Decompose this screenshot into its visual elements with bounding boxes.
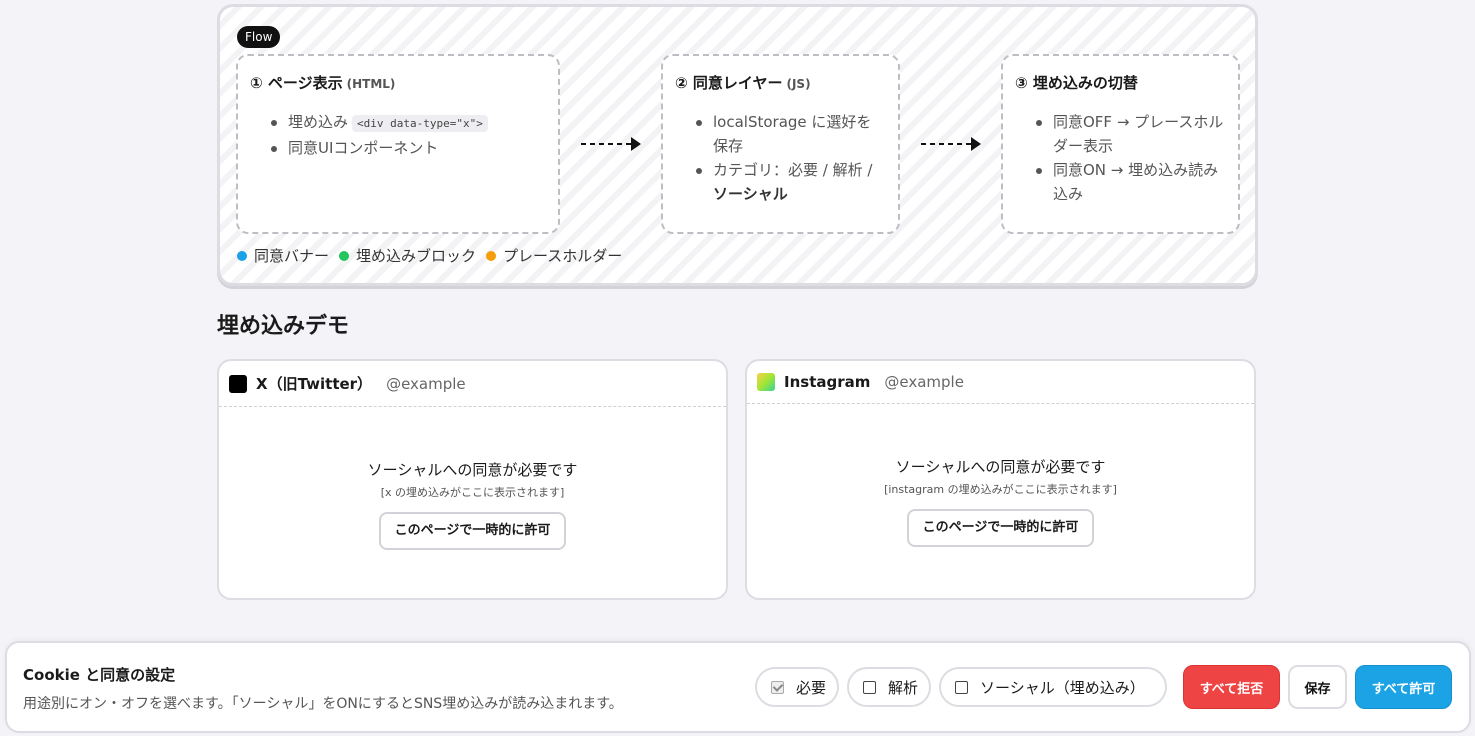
flow-step-consent-layer: ② 同意レイヤー (JS) localStorage に選好を保存 カテゴリ：必要…: [661, 54, 900, 234]
flow-tag: Flow: [237, 26, 281, 48]
analytics-checkbox[interactable]: [863, 680, 876, 694]
step-title: ③ 埋め込みの切替: [1015, 74, 1138, 92]
card-handle: @example: [884, 373, 964, 391]
arrow-icon: [581, 137, 641, 151]
embed-placeholder: ソーシャルへの同意が必要です [x の埋め込みがここに表示されます] このページ…: [219, 459, 726, 550]
consent-message: ソーシャルへの同意が必要です: [367, 461, 578, 479]
option-social[interactable]: ソーシャル（埋め込み）: [939, 667, 1167, 707]
list-item: 同意ON → 埋め込み読み込み: [1036, 158, 1226, 206]
consent-message: ソーシャルへの同意が必要です: [895, 458, 1106, 476]
placeholder-hint: [instagram の埋め込みがここに表示されます]: [884, 483, 1117, 496]
option-label: 解析: [888, 678, 919, 697]
save-button[interactable]: 保存: [1288, 665, 1347, 709]
social-checkbox[interactable]: [955, 680, 968, 694]
flow-step-page-display: ① ページ表示 (HTML) 埋め込み <div data-type="x"> 同意…: [236, 54, 560, 234]
option-label: 必要: [796, 678, 827, 697]
list-item: 同意OFF → プレースホルダー表示: [1036, 110, 1226, 158]
step-items: localStorage に選好を保存 カテゴリ：必要 / 解析 / ソーシャル: [696, 110, 886, 206]
allow-temporarily-button[interactable]: このページで一時的に許可: [906, 509, 1095, 547]
option-label: ソーシャル（埋め込み）: [980, 678, 1145, 697]
cookie-consent-bar: Cookie と同意の設定 用途別にオン・オフを選べます。「ソーシャル」をONに…: [5, 641, 1471, 733]
arrow-icon: [921, 137, 981, 151]
card-header: X（旧Twitter） @example: [219, 361, 726, 407]
legend-item: プレースホルダー: [486, 245, 622, 266]
card-name: X（旧Twitter）: [256, 375, 373, 393]
list-item: カテゴリ：必要 / 解析 / ソーシャル: [696, 158, 886, 206]
list-item: 同意UIコンポーネント: [271, 136, 546, 160]
step-items: 同意OFF → プレースホルダー表示 同意ON → 埋め込み読み込み: [1036, 110, 1226, 206]
step-items: 埋め込み <div data-type="x"> 同意UIコンポーネント: [271, 110, 546, 160]
cookie-title: Cookie と同意の設定: [23, 666, 176, 684]
allow-temporarily-button[interactable]: このページで一時的に許可: [378, 512, 567, 550]
flow-legend: 同意バナー 埋め込みブロック プレースホルダー: [237, 245, 622, 266]
card-header: Instagram @example: [747, 361, 1254, 404]
legend-dot-icon: [339, 250, 350, 261]
necessary-checkbox: [771, 680, 784, 694]
legend-dot-icon: [486, 250, 497, 261]
embed-placeholder: ソーシャルへの同意が必要です [instagram の埋め込みがここに表示されま…: [747, 456, 1254, 547]
legend-dot-icon: [237, 250, 247, 261]
demo-title: 埋め込みデモ: [217, 314, 350, 339]
instagram-logo-icon: [757, 373, 775, 391]
embed-card-instagram: Instagram @example ソーシャルへの同意が必要です [insta…: [745, 359, 1256, 600]
list-item: localStorage に選好を保存: [696, 110, 886, 158]
option-necessary[interactable]: 必要: [755, 667, 839, 707]
embed-card-x: X（旧Twitter） @example ソーシャルへの同意が必要です [x の…: [217, 359, 728, 600]
legend-item: 同意バナー: [237, 245, 329, 266]
code-snippet: <div data-type="x">: [352, 115, 488, 132]
card-name: Instagram: [784, 373, 871, 391]
option-analytics[interactable]: 解析: [847, 667, 931, 707]
x-logo-icon: [229, 374, 247, 393]
cookie-description: 用途別にオン・オフを選べます。「ソーシャル」をONにするとSNS埋め込みが読み込…: [23, 696, 623, 712]
legend-item: 埋め込みブロック: [339, 245, 476, 266]
list-item: 埋め込み <div data-type="x">: [271, 110, 546, 136]
step-title: ② 同意レイヤー (JS): [675, 74, 811, 92]
reject-all-button[interactable]: すべて拒否: [1183, 665, 1280, 709]
flow-step-embed-switch: ③ 埋め込みの切替 同意OFF → プレースホルダー表示 同意ON → 埋め込み…: [1001, 54, 1240, 234]
accept-all-button[interactable]: すべて許可: [1355, 665, 1452, 709]
card-handle: @example: [386, 374, 466, 393]
placeholder-hint: [x の埋め込みがここに表示されます]: [380, 486, 565, 499]
step-title: ① ページ表示 (HTML): [250, 74, 396, 92]
flow-diagram: Flow ① ページ表示 (HTML) 埋め込み <div data-type="x…: [217, 4, 1258, 286]
